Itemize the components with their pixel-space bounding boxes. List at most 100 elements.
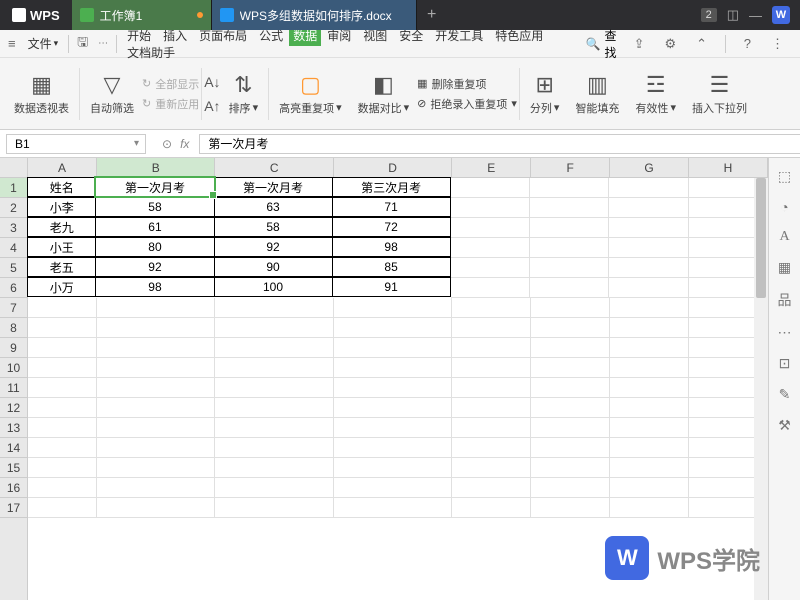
collapse-ribbon-icon[interactable]: ⌃ <box>692 36 711 52</box>
cell-E7[interactable] <box>452 298 531 318</box>
show-all-button[interactable]: ↻全部显示 <box>142 76 199 92</box>
cell-A1[interactable]: 姓名 <box>27 177 96 197</box>
cell-C10[interactable] <box>215 358 333 378</box>
cell-C6[interactable]: 100 <box>214 277 333 297</box>
cell-C7[interactable] <box>215 298 333 318</box>
menu-tab-8[interactable]: 开发工具 <box>429 26 489 46</box>
cell-A4[interactable]: 小王 <box>27 237 96 257</box>
cell-E13[interactable] <box>452 418 531 438</box>
formula-input[interactable]: 第一次月考 <box>199 134 800 154</box>
row-header-15[interactable]: 15 <box>0 458 27 478</box>
cell-G1[interactable] <box>609 178 688 198</box>
smart-fill-button[interactable]: ▥ 智能填充 <box>567 58 627 129</box>
cell-A17[interactable] <box>28 498 97 518</box>
cell-F4[interactable] <box>530 238 609 258</box>
cell-F17[interactable] <box>531 498 610 518</box>
cell-E4[interactable] <box>451 238 530 258</box>
tools-icon[interactable]: ⚒ <box>778 417 791 434</box>
wps-account-button[interactable]: W <box>772 6 790 24</box>
cell-B7[interactable] <box>97 298 215 318</box>
row-header-3[interactable]: 3 <box>0 218 27 238</box>
scroll-thumb[interactable] <box>756 178 766 298</box>
cell-A6[interactable]: 小万 <box>27 277 96 297</box>
cell-C16[interactable] <box>215 478 333 498</box>
cell-A9[interactable] <box>28 338 97 358</box>
row-header-2[interactable]: 2 <box>0 198 27 218</box>
cell-F12[interactable] <box>531 398 610 418</box>
row-header-16[interactable]: 16 <box>0 478 27 498</box>
cell-G10[interactable] <box>610 358 689 378</box>
cell-F8[interactable] <box>531 318 610 338</box>
row-header-1[interactable]: 1 <box>0 178 27 198</box>
row-header-12[interactable]: 12 <box>0 398 27 418</box>
cell-A14[interactable] <box>28 438 97 458</box>
cell-C15[interactable] <box>215 458 333 478</box>
select-all-corner[interactable] <box>0 158 28 178</box>
cell-C9[interactable] <box>215 338 333 358</box>
cell-E14[interactable] <box>452 438 531 458</box>
row-header-17[interactable]: 17 <box>0 498 27 518</box>
cell-A15[interactable] <box>28 458 97 478</box>
cell-A8[interactable] <box>28 318 97 338</box>
cell-E17[interactable] <box>452 498 531 518</box>
row-header-13[interactable]: 13 <box>0 418 27 438</box>
reject-dup-button[interactable]: ⊘拒绝录入重复项▾ <box>417 96 517 112</box>
cell-F9[interactable] <box>531 338 610 358</box>
validity-button[interactable]: ☲ 有效性▾ <box>627 58 684 129</box>
cell-D16[interactable] <box>334 478 452 498</box>
text-icon[interactable]: A <box>779 229 789 245</box>
cell-F2[interactable] <box>530 198 609 218</box>
delete-dup-button[interactable]: ▦删除重复项 <box>417 76 517 92</box>
cell-D6[interactable]: 91 <box>332 277 451 297</box>
cell-F16[interactable] <box>531 478 610 498</box>
split-columns-button[interactable]: ⊞ 分列▾ <box>522 58 568 129</box>
cell-F13[interactable] <box>531 418 610 438</box>
fx-icon[interactable]: fx <box>180 137 189 151</box>
cell-B1[interactable]: 第一次月考 <box>95 177 214 197</box>
new-tab-button[interactable]: + <box>417 6 447 24</box>
cell-E9[interactable] <box>452 338 531 358</box>
menu-hamburger-icon[interactable]: ≡ <box>4 36 20 51</box>
cell-C5[interactable]: 90 <box>214 257 333 277</box>
cell-D17[interactable] <box>334 498 452 518</box>
cell-B9[interactable] <box>97 338 215 358</box>
name-box[interactable]: B1 <box>6 134 146 154</box>
menu-tab-9[interactable]: 特色应用 <box>489 26 549 46</box>
cell-B12[interactable] <box>97 398 215 418</box>
image-icon[interactable]: ⊡ <box>779 355 791 372</box>
cell-B4[interactable]: 80 <box>95 237 214 257</box>
cell-A13[interactable] <box>28 418 97 438</box>
cell-A7[interactable] <box>28 298 97 318</box>
cell-D8[interactable] <box>334 318 452 338</box>
column-header-F[interactable]: F <box>531 158 610 177</box>
cell-G17[interactable] <box>610 498 689 518</box>
cell-F15[interactable] <box>531 458 610 478</box>
cell-E10[interactable] <box>452 358 531 378</box>
autofilter-button[interactable]: ▽ 自动筛选 <box>82 58 142 129</box>
cell-D4[interactable]: 98 <box>332 237 451 257</box>
cell-E3[interactable] <box>451 218 530 238</box>
cancel-icon[interactable]: ⊙ <box>162 137 172 151</box>
column-header-C[interactable]: C <box>215 158 333 177</box>
cell-A11[interactable] <box>28 378 97 398</box>
cell-A2[interactable]: 小李 <box>27 197 96 217</box>
cell-A10[interactable] <box>28 358 97 378</box>
cell-G3[interactable] <box>609 218 688 238</box>
cell-E15[interactable] <box>452 458 531 478</box>
pivot-table-button[interactable]: ▦ 数据透视表 <box>6 58 77 129</box>
cell-G5[interactable] <box>609 258 688 278</box>
row-header-4[interactable]: 4 <box>0 238 27 258</box>
cell-E6[interactable] <box>451 278 530 298</box>
cell-D7[interactable] <box>334 298 452 318</box>
row-header-10[interactable]: 10 <box>0 358 27 378</box>
cell-C13[interactable] <box>215 418 333 438</box>
share-icon[interactable]: ⇪ <box>630 36 649 52</box>
cell-C8[interactable] <box>215 318 333 338</box>
cell-G13[interactable] <box>610 418 689 438</box>
cell-A12[interactable] <box>28 398 97 418</box>
cell-D15[interactable] <box>334 458 452 478</box>
cell-F5[interactable] <box>530 258 609 278</box>
reapply-button[interactable]: ↻重新应用 <box>142 96 199 112</box>
cell-G11[interactable] <box>610 378 689 398</box>
cell-D14[interactable] <box>334 438 452 458</box>
